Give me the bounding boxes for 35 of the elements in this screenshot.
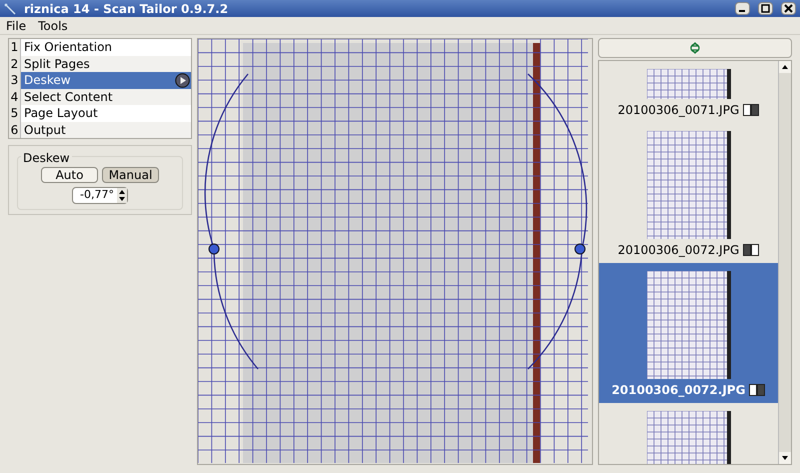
scrollbar[interactable]: [778, 61, 791, 464]
angle-spinbox[interactable]: -0,77°: [72, 187, 128, 204]
rotation-handle[interactable]: [208, 244, 220, 254]
mode-button[interactable]: Manual: [102, 167, 159, 183]
thumbnail-label: 20100306_0072.JPG: [612, 382, 746, 399]
menu-item[interactable]: Tools: [38, 16, 68, 34]
step-number: 5: [9, 105, 21, 122]
spin-arrows-icon[interactable]: [117, 188, 127, 203]
step-item[interactable]: Select Content: [21, 88, 191, 105]
step-number: 4: [9, 88, 21, 105]
play-icon[interactable]: [175, 72, 190, 88]
thumbnail-label: 20100306_0072.JPG: [618, 242, 740, 259]
step-item[interactable]: Output: [21, 122, 191, 138]
app-icon: [4, 2, 16, 14]
thumbnail-item[interactable]: 20100306_0072.JPG: [599, 123, 778, 263]
arrows-icon: [689, 42, 701, 54]
minimize-icon[interactable]: [735, 2, 750, 15]
step-number: 1: [9, 39, 21, 56]
thumbnail-item[interactable]: 20100306_0071.JPG: [599, 61, 778, 123]
thumbnail-label: 20100306_0071.JPG: [618, 102, 740, 119]
scroll-down-icon[interactable]: [779, 452, 791, 464]
step-number: 6: [9, 122, 21, 138]
toggle-button[interactable]: [598, 38, 792, 58]
rotation-handle[interactable]: [574, 244, 586, 254]
window-title: riznica 14 - Scan Tailor 0.9.7.2: [24, 0, 230, 18]
step-number: 2: [9, 56, 21, 72]
step-item[interactable]: Split Pages: [21, 56, 191, 72]
close-icon[interactable]: [781, 2, 796, 15]
maximize-icon[interactable]: [758, 2, 773, 15]
thumbnail-item[interactable]: 20100306_0072.JPG: [599, 263, 778, 403]
step-number: 3: [9, 72, 21, 88]
scroll-up-icon[interactable]: [779, 61, 791, 73]
step-item[interactable]: Deskew: [21, 72, 191, 88]
menu-item[interactable]: File: [6, 16, 26, 34]
mode-button[interactable]: Auto: [41, 167, 98, 183]
